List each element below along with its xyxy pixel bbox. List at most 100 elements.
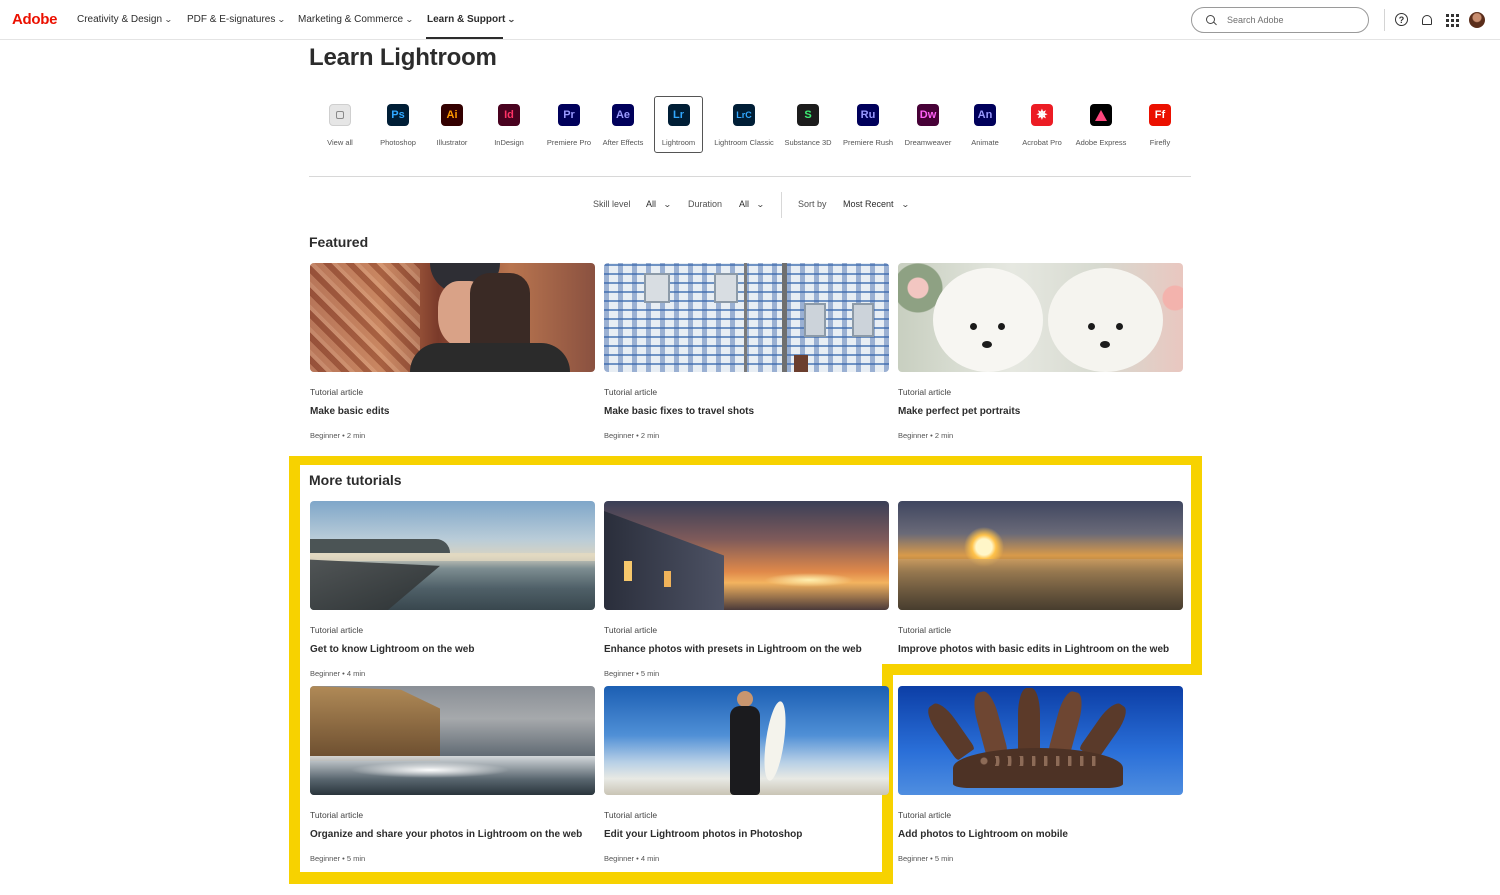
- card-title: Enhance photos with presets in Lightroom…: [604, 644, 862, 655]
- product-adobe-express[interactable]: Adobe Express: [1075, 97, 1127, 154]
- product-filter-strip: View all Ps Photoshop Ai Illustrator Id InDesi…: [309, 96, 1191, 154]
- featured-card-basic-edits[interactable]: Tutorial article Make basic edits Beginn…: [310, 263, 595, 440]
- sort-by-dropdown[interactable]: Most Recent ⌄: [843, 199, 910, 209]
- skill-level-dropdown[interactable]: All ⌄: [646, 199, 672, 209]
- highlight-outline-right-upper: [1191, 456, 1202, 675]
- duration-label: Duration: [688, 199, 723, 209]
- product-illustrator[interactable]: Ai Illustrator: [434, 97, 470, 154]
- chevron-down-icon: ⌄: [900, 199, 910, 209]
- view-all-icon: [329, 104, 351, 126]
- card-meta: Beginner • 2 min: [310, 431, 366, 440]
- nav-creativity-design[interactable]: Creativity & Design ⌄: [77, 14, 173, 25]
- card-meta: Beginner • 5 min: [604, 669, 660, 678]
- product-label: Lightroom: [661, 138, 696, 147]
- skill-level-label: Skill level: [593, 199, 631, 209]
- search-input[interactable]: [1227, 15, 1347, 25]
- illustrator-icon: Ai: [441, 104, 463, 126]
- card-type: Tutorial article: [310, 387, 364, 397]
- tutorial-card-organize-share[interactable]: Tutorial article Organize and share your…: [310, 686, 595, 863]
- sort-by-value: Most Recent: [843, 199, 894, 209]
- card-meta: Beginner • 4 min: [604, 854, 660, 863]
- tutorial-card-basic-edits-web[interactable]: Tutorial article Improve photos with bas…: [898, 501, 1183, 655]
- tutorial-card-edit-in-photoshop[interactable]: Tutorial article Edit your Lightroom pho…: [604, 686, 889, 863]
- nav-label: Creativity & Design: [77, 14, 163, 25]
- nav-marketing-commerce[interactable]: Marketing & Commerce ⌄: [298, 14, 414, 25]
- product-label: InDesign: [494, 138, 524, 147]
- card-meta: Beginner • 4 min: [310, 669, 366, 678]
- lightroom-classic-icon: LrC: [733, 104, 755, 126]
- search-box[interactable]: [1191, 7, 1369, 33]
- product-label: Premiere Pro: [546, 138, 592, 147]
- duration-value: All: [739, 199, 750, 209]
- featured-card-travel-shots[interactable]: Tutorial article Make basic fixes to tra…: [604, 263, 889, 440]
- featured-card-pet-portraits[interactable]: Tutorial article Make perfect pet portra…: [898, 263, 1183, 440]
- card-thumbnail: [604, 501, 889, 610]
- product-indesign[interactable]: Id InDesign: [491, 97, 527, 154]
- product-view-all[interactable]: View all: [323, 97, 357, 154]
- product-lightroom[interactable]: Lr Lightroom: [654, 96, 703, 153]
- product-label: Substance 3D: [784, 138, 832, 147]
- product-acrobat-pro[interactable]: ✵ Acrobat Pro: [1022, 97, 1062, 154]
- product-photoshop[interactable]: Ps Photoshop: [378, 97, 418, 154]
- dreamweaver-icon: Dw: [917, 104, 939, 126]
- lightroom-icon: Lr: [667, 104, 690, 126]
- apps-grid-icon[interactable]: [1444, 12, 1460, 28]
- card-type: Tutorial article: [898, 625, 952, 635]
- product-after-effects[interactable]: Ae After Effects: [601, 97, 645, 154]
- highlight-outline-step: [882, 664, 1202, 675]
- nav-label: Learn & Support: [427, 14, 506, 25]
- chevron-down-icon: ⌄: [756, 199, 765, 209]
- indesign-icon: Id: [498, 104, 520, 126]
- tutorial-card-enhance-presets[interactable]: Tutorial article Enhance photos with pre…: [604, 501, 889, 678]
- card-meta: Beginner • 5 min: [310, 854, 366, 863]
- card-type: Tutorial article: [898, 810, 952, 820]
- product-label: Premiere Rush: [842, 138, 894, 147]
- card-title: Improve photos with basic edits in Light…: [898, 644, 1170, 655]
- card-meta: Beginner • 5 min: [898, 854, 954, 863]
- card-meta: Beginner • 2 min: [898, 431, 954, 440]
- tutorial-card-know-lightroom-web[interactable]: Tutorial article Get to know Lightroom o…: [310, 501, 595, 678]
- card-type: Tutorial article: [310, 625, 364, 635]
- card-type: Tutorial article: [604, 810, 658, 820]
- product-label: Lightroom Classic: [714, 138, 774, 147]
- nav-pdf-esignatures[interactable]: PDF & E-signatures ⌄: [187, 14, 286, 25]
- card-type: Tutorial article: [310, 810, 364, 820]
- acrobat-pro-icon: ✵: [1031, 104, 1053, 126]
- product-substance-3d[interactable]: S Substance 3D: [784, 97, 832, 154]
- highlight-outline-bottom: [289, 872, 893, 884]
- product-label: Photoshop: [380, 138, 416, 147]
- card-type: Tutorial article: [898, 387, 952, 397]
- card-title: Organize and share your photos in Lightr…: [310, 829, 583, 840]
- nav-label: PDF & E-signatures: [187, 14, 276, 25]
- adobe-logo[interactable]: Adobe: [12, 11, 57, 28]
- adobe-express-icon: [1090, 104, 1112, 126]
- product-dreamweaver[interactable]: Dw Dreamweaver: [903, 97, 953, 154]
- skill-level-value: All: [646, 199, 657, 209]
- nav-label: Marketing & Commerce: [298, 14, 404, 25]
- help-icon[interactable]: ?: [1395, 13, 1408, 26]
- card-thumbnail: [310, 263, 595, 372]
- nav-learn-support[interactable]: Learn & Support ⌄: [427, 14, 517, 25]
- product-label: Illustrator: [436, 138, 468, 147]
- chevron-down-icon: ⌄: [663, 199, 672, 209]
- notifications-bell-icon[interactable]: [1419, 12, 1435, 28]
- product-label: View all: [327, 138, 353, 147]
- photoshop-icon: Ps: [387, 104, 409, 126]
- user-avatar[interactable]: [1469, 12, 1485, 28]
- product-label: After Effects: [602, 138, 644, 147]
- product-label: Acrobat Pro: [1022, 138, 1062, 147]
- product-lightroom-classic[interactable]: LrC Lightroom Classic: [713, 97, 775, 154]
- duration-dropdown[interactable]: All ⌄: [739, 199, 765, 209]
- product-premiere-rush[interactable]: Ru Premiere Rush: [843, 97, 893, 154]
- chevron-down-icon: ⌄: [507, 15, 517, 24]
- premiere-pro-icon: Pr: [558, 104, 580, 126]
- card-type: Tutorial article: [604, 625, 658, 635]
- tutorial-card-add-photos-mobile[interactable]: Tutorial article Add photos to Lightroom…: [898, 686, 1183, 863]
- product-animate[interactable]: An Animate: [968, 97, 1002, 154]
- card-title: Make basic fixes to travel shots: [604, 406, 755, 417]
- more-tutorials-heading: More tutorials: [309, 472, 402, 488]
- page-title: Learn Lightroom: [309, 44, 497, 71]
- product-firefly[interactable]: Ff Firefly: [1147, 97, 1173, 154]
- product-premiere-pro[interactable]: Pr Premiere Pro: [545, 97, 593, 154]
- card-thumbnail: [604, 263, 889, 372]
